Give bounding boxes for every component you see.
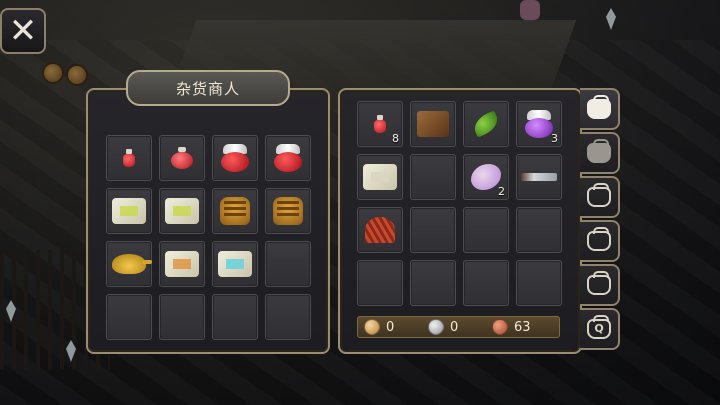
merchant-slot[interactable]: [159, 188, 205, 234]
orange-scroll-icon: [165, 251, 199, 277]
merchant-slot[interactable]: [212, 135, 258, 181]
merchant-slot[interactable]: [212, 188, 258, 234]
copper-amount: 63: [514, 319, 531, 335]
bag-slot[interactable]: [357, 154, 403, 200]
bag-slot[interactable]: [357, 207, 403, 253]
bag-icon: [587, 139, 611, 163]
gold-coin-icon: [364, 319, 380, 335]
silver-currency: 0: [428, 319, 492, 335]
bag-slot[interactable]: [516, 154, 562, 200]
bag-tab-3[interactable]: [580, 176, 620, 218]
bag-slot[interactable]: [410, 207, 456, 253]
bag-slot[interactable]: [463, 260, 509, 306]
merchant-slot[interactable]: [265, 135, 311, 181]
bag-tab-2[interactable]: [580, 132, 620, 174]
bag-icon: [587, 95, 611, 119]
merchant-slot[interactable]: [106, 294, 152, 340]
armor-icon: [220, 197, 250, 225]
fairy-wing-icon: [471, 164, 501, 190]
cyan-scroll-icon: [218, 251, 252, 277]
copper-currency: 63: [492, 319, 556, 335]
armor-icon: [273, 197, 303, 225]
npc-figure: [520, 0, 540, 20]
dagger-icon: [521, 173, 557, 181]
bag-slot[interactable]: [357, 260, 403, 306]
bag-icon: [587, 183, 611, 207]
bag-tab-6[interactable]: [580, 308, 620, 350]
bag-icon: [587, 227, 611, 251]
bag-icon: [587, 271, 611, 295]
bag-slot[interactable]: [463, 207, 509, 253]
bag-slot[interactable]: 3: [516, 101, 562, 147]
bag-slot[interactable]: [410, 260, 456, 306]
bag-slot[interactable]: [410, 101, 456, 147]
silver-coin-icon: [428, 319, 444, 335]
bag-slot[interactable]: [463, 101, 509, 147]
leather-icon: [417, 111, 449, 137]
green-scroll-icon: [165, 198, 199, 224]
merchant-slot[interactable]: [159, 294, 205, 340]
red-potion-small-icon: [374, 115, 386, 133]
merchant-item-grid: [106, 135, 311, 340]
merchant-slot[interactable]: [212, 241, 258, 287]
silver-amount: 0: [450, 319, 459, 335]
bag-slot[interactable]: [516, 260, 562, 306]
merchant-slot[interactable]: [265, 294, 311, 340]
barrel: [42, 62, 64, 84]
merchant-slot[interactable]: [106, 241, 152, 287]
red-potion-round-icon: [171, 147, 193, 169]
scroll-icon: [363, 164, 397, 190]
green-scroll-icon: [112, 198, 146, 224]
bag-tabs: [580, 88, 620, 352]
bag-tab-1[interactable]: [580, 88, 620, 130]
merchant-slot[interactable]: [106, 188, 152, 234]
bag-slot[interactable]: [410, 154, 456, 200]
gold-amount: 0: [386, 319, 395, 335]
red-potion-small-icon: [123, 149, 135, 167]
item-quantity: 3: [551, 132, 558, 145]
red-potion-winged-icon: [272, 144, 304, 172]
close-button[interactable]: ✕: [0, 8, 46, 54]
merchant-slot[interactable]: [159, 135, 205, 181]
bag-item-grid: 8 3 2: [357, 101, 562, 306]
merchant-slot[interactable]: [265, 188, 311, 234]
bag-slot[interactable]: 2: [463, 154, 509, 200]
merchant-slot[interactable]: [106, 135, 152, 181]
red-potion-large-icon: [219, 144, 251, 172]
bag-slot[interactable]: 8: [357, 101, 403, 147]
merchant-slot[interactable]: [159, 241, 205, 287]
quest-bag-icon: [587, 315, 611, 339]
merchant-slot[interactable]: [212, 294, 258, 340]
bag-tab-5[interactable]: [580, 264, 620, 306]
merchant-title: 杂货商人: [126, 70, 290, 106]
herb-leaf-icon: [469, 111, 503, 137]
currency-bar: 0 0 63: [357, 316, 560, 338]
copper-coin-icon: [492, 319, 508, 335]
red-feather-icon: [365, 217, 395, 243]
item-quantity: 8: [392, 132, 399, 145]
merchant-slot[interactable]: [265, 241, 311, 287]
barrel: [66, 64, 88, 86]
bag-slot[interactable]: [516, 207, 562, 253]
gold-currency: 0: [364, 319, 428, 335]
bag-tab-4[interactable]: [580, 220, 620, 262]
magic-lamp-icon: [112, 254, 152, 274]
crystal: [606, 8, 616, 30]
item-quantity: 2: [498, 185, 505, 198]
